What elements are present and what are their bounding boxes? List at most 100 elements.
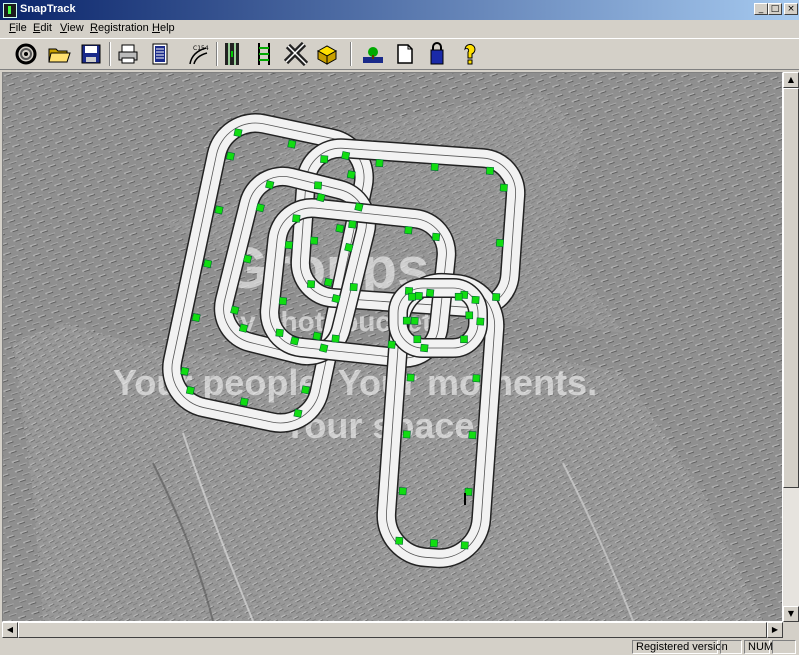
lane-marker [408,292,416,301]
lane-marker [307,280,316,289]
lane-marker [319,343,329,353]
curve-c154-icon[interactable]: C154 [186,42,210,66]
lane-marker [402,316,411,325]
vertical-scrollbar[interactable]: ▲ ▼ [783,72,799,622]
lane-marker [331,294,341,304]
lane-marker [230,305,240,315]
toolbar: C154 [0,38,799,70]
close-button[interactable]: × [784,3,798,15]
menu-edit[interactable]: Edit [33,22,52,34]
lane-marker [180,366,190,376]
lane-marker [214,205,224,215]
lane-marker [413,335,422,344]
lane-marker [203,259,213,269]
page-setup-icon[interactable] [393,42,417,66]
lane-marker [265,180,275,190]
lane-marker [185,385,195,395]
menu-help-label: elp [159,22,175,34]
landscape-icon[interactable] [361,42,385,66]
lane-marker [275,328,284,338]
lane-change-icon[interactable] [315,42,339,66]
status-scrl [772,640,796,654]
lane-marker [402,430,411,439]
lane-marker [468,431,477,440]
straight-track-icon[interactable] [220,42,244,66]
lane-marker [293,408,303,418]
lane-marker [312,331,322,341]
title-bar[interactable]: SnapTrack _ □ × [0,0,799,20]
lane-marker [485,166,495,175]
minimize-button[interactable]: _ [754,3,768,15]
lane-marker [460,541,469,550]
scroll-left-button[interactable]: ◀ [2,622,18,638]
lane-marker [320,155,329,164]
lane-marker [425,288,435,298]
registration-icon[interactable] [425,42,449,66]
lane-marker [460,335,468,344]
toolbar-separator [109,42,111,66]
lane-marker [290,336,300,346]
horizontal-scrollbar[interactable]: ◀ ▶ [2,622,783,638]
menu-file-accel: F [9,22,16,34]
lane-marker [410,316,419,325]
scroll-up-button[interactable]: ▲ [783,72,799,88]
lane-marker [341,151,351,161]
menu-view-label: iew [67,22,84,34]
new-track-icon[interactable] [14,42,38,66]
lane-marker [323,277,333,287]
lane-marker [387,340,396,349]
lane-marker [284,240,294,250]
lane-marker [225,151,235,161]
lane-marker [406,373,415,382]
lane-marker [301,385,311,395]
app-icon [3,3,17,18]
save-disk-icon[interactable] [79,42,103,66]
status-num: NUM [744,640,773,654]
lane-marker [471,295,480,304]
maximize-button[interactable]: □ [768,3,782,15]
lane-marker [375,159,384,168]
menu-help[interactable]: Help [152,22,175,34]
track-gauge-icon[interactable] [252,42,276,66]
lane-marker [420,343,429,353]
menu-registration-accel: R [90,22,98,34]
lane-marker [346,170,356,180]
crossing-icon[interactable] [284,42,308,66]
lane-marker [335,223,345,233]
lane-marker [430,162,439,172]
help-icon[interactable] [458,42,482,66]
lane-marker [233,128,243,138]
horizontal-scroll-thumb[interactable] [18,622,767,638]
scroll-right-button[interactable]: ▶ [767,622,783,638]
lane-marker [429,539,438,548]
open-folder-icon[interactable] [47,42,71,66]
lane-marker [255,203,265,213]
toolbar-separator [216,42,218,66]
lane-marker [287,139,297,149]
scroll-down-button[interactable]: ▼ [783,606,799,622]
menu-help-accel: H [152,22,160,34]
lane-marker [398,487,407,496]
print-icon[interactable] [116,42,140,66]
lane-marker [292,214,301,223]
track-canvas[interactable]: Groups by photobucket Your people. Your … [2,72,783,622]
scrollbar-corner [783,622,799,638]
lane-marker [404,226,413,235]
lane-marker [331,334,340,343]
status-message [2,640,630,654]
parts-list-icon[interactable] [148,42,172,66]
menu-file[interactable]: File [9,22,27,34]
lane-marker [239,397,249,407]
menu-registration[interactable]: Registration [90,22,149,34]
menu-file-label: ile [15,22,27,34]
lane-marker [278,296,288,306]
menu-bar: File Edit View Registration Help [0,20,799,37]
snaptrack-window: SnapTrack _ □ × File Edit View Registrat… [0,0,799,655]
lane-marker [472,374,481,383]
lane-marker [344,242,354,253]
vertical-scroll-thumb[interactable] [783,88,799,488]
track-layout-drawing: Groups by photobucket Your people. Your … [3,73,782,621]
menu-view[interactable]: View [60,22,84,34]
lane-marker [313,181,323,190]
lane-marker [316,192,326,203]
